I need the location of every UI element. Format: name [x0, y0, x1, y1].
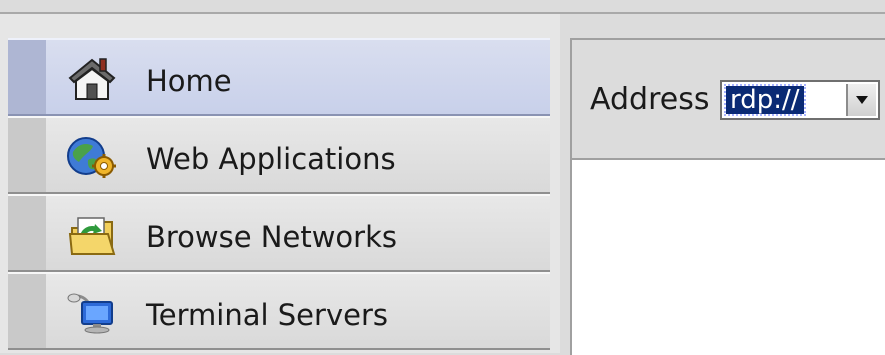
address-dropdown-button[interactable]: [846, 84, 876, 116]
nav-label-terminal-servers: Terminal Servers: [146, 298, 388, 332]
monitor-network-icon: [64, 288, 120, 338]
nav-label-home: Home: [146, 64, 232, 98]
nav-label-browse-networks: Browse Networks: [146, 220, 398, 254]
nav-item-web-applications[interactable]: Web Applications: [8, 116, 550, 194]
folder-refresh-icon: [64, 210, 120, 260]
nav-item-browse-networks[interactable]: Browse Networks: [8, 194, 550, 272]
nav-gutter: [8, 40, 46, 114]
nav-item-terminal-servers[interactable]: Terminal Servers: [8, 272, 550, 350]
nav-gutter: [8, 274, 46, 348]
nav-label-web-applications: Web Applications: [146, 142, 396, 176]
home-icon: [64, 54, 120, 104]
top-toolbar: [0, 0, 885, 14]
address-bar: Address rdp://: [572, 40, 885, 160]
nav-item-home[interactable]: Home: [8, 38, 550, 116]
chevron-down-icon: [856, 96, 868, 104]
address-input[interactable]: rdp://: [724, 84, 806, 116]
navigation-panel: Home Web Applications Browse Networks Te…: [0, 14, 560, 353]
nav-list: Home Web Applications Browse Networks Te…: [8, 38, 550, 350]
nav-gutter: [8, 118, 46, 192]
address-combobox[interactable]: rdp://: [720, 80, 880, 120]
globe-gear-icon: [64, 132, 120, 182]
address-label: Address: [590, 82, 710, 117]
content-panel: Address rdp://: [570, 38, 885, 355]
nav-gutter: [8, 196, 46, 270]
